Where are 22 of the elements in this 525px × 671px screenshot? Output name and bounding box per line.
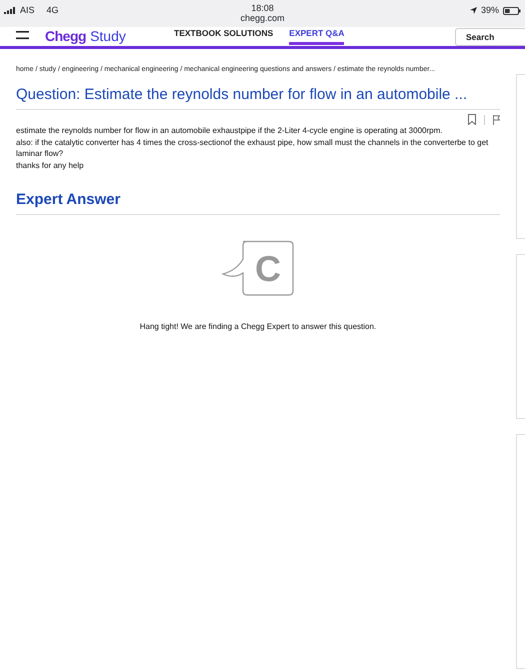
battery-icon	[503, 6, 521, 15]
logo-brand[interactable]: Chegg	[45, 28, 86, 44]
search-field[interactable]: Search	[455, 28, 525, 46]
battery-percent: 39%	[480, 4, 499, 17]
question-text: estimate the reynolds number for flow in an automobile exhaustpipe if the 2-Liter 4-cycle engine is operating at 3000rpm.	[16, 125, 444, 137]
section-heading: Expert Answer	[16, 189, 500, 215]
page-url: chegg.com	[240, 14, 285, 24]
network-type: 4G	[46, 4, 59, 17]
question-text: thanks for any help	[16, 160, 85, 172]
clock-time: 18:08	[251, 4, 274, 14]
question-text: also: if the catalytic converter has 4 times the cross-sectionof the exhaust pipe, how small must the channels in the converterbe to get laminar flow?	[16, 136, 490, 160]
signal-icon	[4, 7, 16, 14]
flag-icon[interactable]	[492, 114, 500, 124]
carrier-name: AIS	[20, 4, 35, 17]
nav-tab[interactable]: EXPERT Q&A	[289, 27, 344, 45]
question-title: Question: Estimate the reynolds number for flow in an automobile ...	[16, 84, 500, 110]
logo-product[interactable]: Study	[90, 28, 126, 44]
nav-tab[interactable]: TEXTBOOK SOLUTIONS	[174, 27, 274, 45]
status-message: Hang tight! We are finding a Chegg Expert to answer this question.	[140, 320, 376, 333]
bookmark-icon[interactable]	[468, 114, 476, 125]
location-arrow-icon	[470, 7, 477, 14]
menu-icon[interactable]	[16, 31, 29, 40]
